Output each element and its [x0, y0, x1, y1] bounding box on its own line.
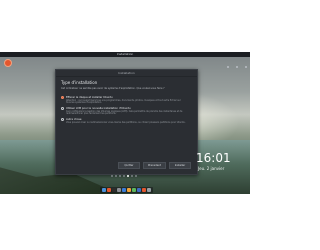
- power-icon[interactable]: [245, 66, 247, 68]
- radio-use-lvm[interactable]: [61, 107, 64, 110]
- dock: [100, 187, 153, 193]
- system-tray[interactable]: [225, 53, 247, 72]
- option-description: Attention : ceci supprimera tous vos pro…: [66, 98, 181, 105]
- step-dot: [135, 175, 137, 177]
- step-dot: [115, 175, 117, 177]
- music-icon[interactable]: [127, 188, 131, 192]
- install-button[interactable]: Installer: [169, 162, 191, 169]
- dialog-buttons: Quitter Precedent Installer: [117, 162, 191, 169]
- back-button[interactable]: Precedent: [142, 162, 166, 169]
- installer-dialog: Installation Type d'installation Cet ord…: [55, 69, 198, 175]
- desktop-date: Jeu. 2 janvier: [198, 166, 225, 171]
- top-panel: Installation: [0, 52, 250, 68]
- volume-icon[interactable]: [235, 66, 238, 68]
- settings-icon[interactable]: [117, 188, 121, 192]
- terminal-icon[interactable]: [112, 188, 116, 192]
- step-dot: [123, 175, 125, 177]
- files-icon[interactable]: [102, 188, 106, 192]
- step-dot: [111, 175, 113, 177]
- option-description: Vous pouvez creer ou redimensionner vous…: [66, 120, 186, 124]
- radio-something-else[interactable]: [61, 118, 64, 121]
- top-panel-title: Installation: [116, 52, 134, 56]
- step-dot: [127, 175, 129, 177]
- step-dot: [119, 175, 121, 177]
- step-indicator: [111, 175, 137, 177]
- photos-icon[interactable]: [132, 188, 136, 192]
- network-icon[interactable]: [226, 66, 229, 68]
- store-icon[interactable]: [142, 188, 146, 192]
- installer-launcher-icon[interactable]: [4, 59, 12, 67]
- quit-button[interactable]: Quitter: [117, 162, 140, 169]
- desktop: Installation Installation Type d'install…: [0, 52, 250, 194]
- radio-erase-disk[interactable]: [61, 96, 64, 99]
- mail-icon[interactable]: [122, 188, 126, 192]
- desktop-clock: 16:01: [196, 151, 231, 165]
- trash-icon[interactable]: [147, 188, 151, 192]
- office-icon[interactable]: [137, 188, 141, 192]
- browser-icon[interactable]: [107, 188, 111, 192]
- step-dot: [131, 175, 133, 177]
- dialog-titlebar[interactable]: Installation: [56, 70, 197, 77]
- option-description: Ceci configurera la Gestion des Volumes …: [66, 109, 183, 116]
- intro-text: Cet ordinateur ne semble pas avoir de sy…: [61, 87, 165, 90]
- page-title: Type d'installation: [61, 80, 98, 85]
